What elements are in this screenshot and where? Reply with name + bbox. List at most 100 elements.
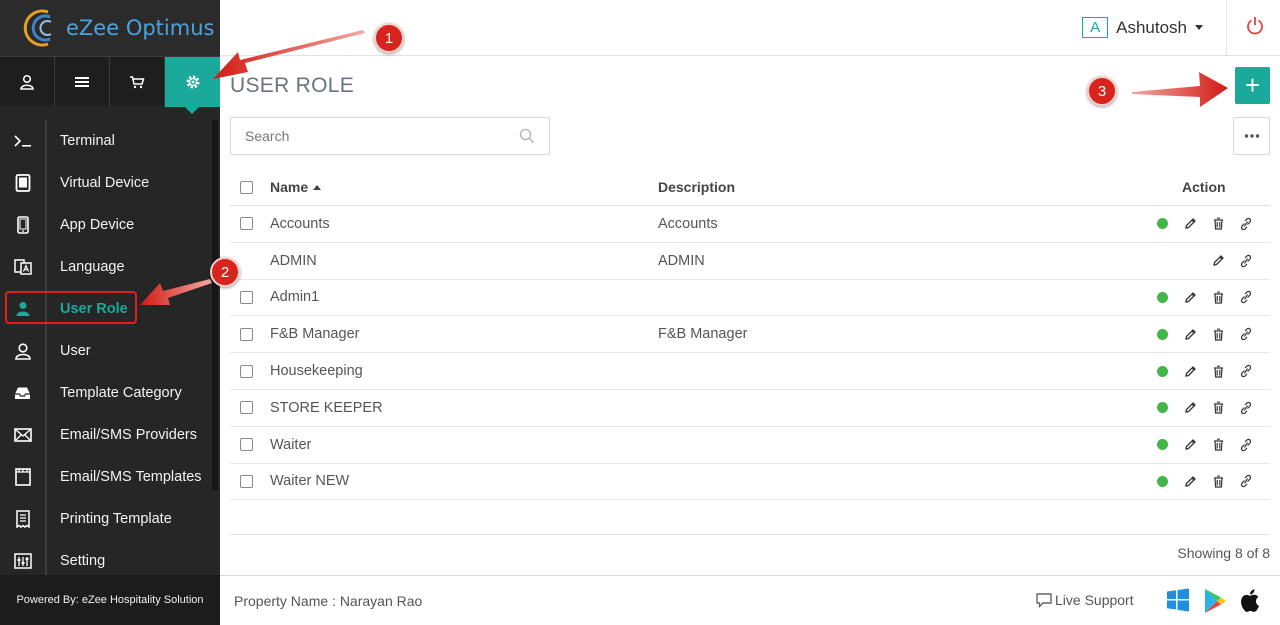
row-checkbox[interactable] [240,364,253,378]
sidebar-item-template-category[interactable]: Template Category [0,372,220,414]
status-toggle[interactable] [1148,328,1176,340]
link-icon[interactable] [1232,290,1260,304]
annotation-arrow-3 [1132,72,1228,107]
sidebar-item-label: App Device [60,217,135,233]
topnav-user-button[interactable] [0,57,55,107]
sidebar-item-printing-template[interactable]: Printing Template [0,498,220,540]
table-row[interactable]: STORE KEEPER [230,390,1270,427]
search-input[interactable] [231,118,501,154]
status-toggle[interactable] [1148,439,1176,451]
edit-pencil-icon[interactable] [1176,217,1204,230]
table-row[interactable]: F&B Manager F&B Manager [230,316,1270,354]
app-logo[interactable]: eZee Optimus [0,0,220,56]
power-icon [1247,17,1263,35]
row-checkbox[interactable] [240,290,253,304]
delete-trash-icon[interactable] [1204,217,1232,230]
add-user-role-button[interactable]: + [1235,67,1270,104]
sidebar-item-app-device[interactable]: App Device [0,204,220,246]
live-support-label: Live Support [1055,592,1134,608]
search-icon[interactable] [519,128,535,149]
property-name: Property Name : Narayan Rao [234,593,423,609]
status-active-icon [1156,402,1168,414]
role-name: ADMIN [270,252,317,269]
google-play-icon[interactable] [1203,588,1227,619]
role-name: STORE KEEPER [270,399,383,416]
link-icon[interactable] [1232,327,1260,341]
row-checkbox[interactable] [240,327,253,341]
table-row[interactable]: Waiter NEW [230,464,1270,501]
sidebar-item-virtual-device[interactable]: Virtual Device [0,162,220,204]
select-all-checkbox[interactable] [240,180,253,194]
role-description: ADMIN [658,252,705,269]
topnav-cart-button[interactable] [110,57,165,107]
language-icon [13,259,32,275]
column-header-description: Description [658,179,736,195]
edit-pencil-icon[interactable] [1176,365,1204,378]
link-icon[interactable] [1232,217,1260,231]
row-actions [1118,254,1270,268]
sidebar-item-user-role[interactable]: User Role [0,288,220,330]
header-divider [1226,0,1227,56]
menu-icon [75,77,89,87]
delete-trash-icon[interactable] [1204,438,1232,451]
sidebar-item-email-sms-providers[interactable]: Email/SMS Providers [0,414,220,456]
windows-store-icon[interactable] [1166,588,1190,617]
sidebar-item-label: Email/SMS Templates [60,469,202,485]
sidebar-item-email-sms-templates[interactable]: Email/SMS Templates [0,456,220,498]
sidebar-item-user[interactable]: User [0,330,220,372]
table-row[interactable]: Accounts Accounts [230,206,1270,243]
column-header-name[interactable]: Name [270,179,658,195]
link-icon[interactable] [1232,364,1260,378]
status-active-icon [1156,291,1168,303]
edit-pencil-icon[interactable] [1176,291,1204,304]
topnav-settings-button[interactable] [165,57,220,114]
delete-trash-icon[interactable] [1204,475,1232,488]
status-toggle[interactable] [1148,365,1176,377]
edit-pencil-icon[interactable] [1176,328,1204,341]
sidebar-item-label: Template Category [60,385,182,401]
link-icon[interactable] [1232,401,1260,415]
more-options-button[interactable] [1233,117,1270,155]
top-nav [0,56,220,114]
row-checkbox[interactable] [240,401,253,415]
logout-button[interactable] [1246,16,1264,40]
table-row[interactable]: Waiter [230,427,1270,464]
sidebar-item-terminal[interactable]: Terminal [0,120,220,162]
row-actions [1118,217,1270,231]
link-icon[interactable] [1232,474,1260,488]
delete-trash-icon[interactable] [1204,328,1232,341]
delete-trash-icon[interactable] [1204,365,1232,378]
row-checkbox[interactable] [240,438,253,452]
cart-icon [130,76,145,89]
sidebar-item-label: Terminal [60,133,115,149]
role-name: F&B Manager [270,326,360,343]
row-actions [1118,401,1270,415]
status-toggle[interactable] [1148,291,1176,303]
sidebar-item-setting[interactable]: Setting [0,540,220,575]
status-active-icon [1156,218,1168,230]
row-checkbox[interactable] [240,474,253,488]
live-support-link[interactable]: Live Support [1036,592,1134,608]
row-checkbox[interactable] [240,217,253,231]
edit-pencil-icon[interactable] [1176,438,1204,451]
link-icon[interactable] [1232,438,1260,452]
edit-pencil-icon[interactable] [1176,475,1204,488]
edit-pencil-icon[interactable] [1176,401,1204,414]
status-toggle[interactable] [1148,218,1176,230]
sidebar-item-language[interactable]: Language [0,246,220,288]
row-actions [1118,327,1270,341]
link-icon[interactable] [1232,254,1260,268]
edit-pencil-icon[interactable] [1204,254,1232,267]
table-row[interactable]: Housekeeping [230,353,1270,390]
table-row[interactable]: ADMIN ADMIN [230,243,1270,280]
sidebar-scrollbar[interactable] [212,120,218,490]
table-row[interactable]: Admin1 [230,280,1270,317]
delete-trash-icon[interactable] [1204,291,1232,304]
annotation-badge-3: 3 [1087,76,1117,106]
topnav-menu-button[interactable] [55,57,110,107]
status-toggle[interactable] [1148,402,1176,414]
status-toggle[interactable] [1148,475,1176,487]
user-menu[interactable]: A Ashutosh [1082,17,1203,38]
apple-store-icon[interactable] [1238,588,1260,618]
delete-trash-icon[interactable] [1204,401,1232,414]
